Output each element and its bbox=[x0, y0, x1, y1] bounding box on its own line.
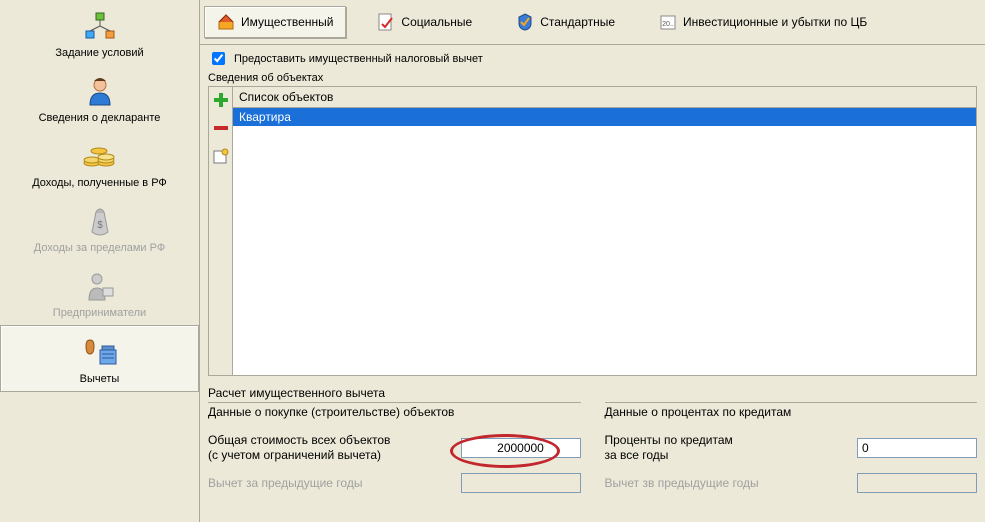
calc-col-purchase-title: Данные о покупке (строительстве) объекто… bbox=[208, 405, 581, 419]
businessman-icon bbox=[80, 268, 120, 304]
sidebar-item-entrepreneurs: Предприниматели bbox=[0, 260, 199, 325]
sidebar-item-declarant[interactable]: Сведения о декларанте bbox=[0, 65, 199, 130]
calc-col-interest-title: Данные о процентах по кредитам bbox=[605, 405, 978, 419]
prev-years-purchase-label: Вычет за предыдущие годы bbox=[208, 476, 362, 491]
calc-title: Расчет имущественного вычета bbox=[208, 386, 977, 400]
prev-years-interest-label: Вычет зв предыдущие годы bbox=[605, 476, 759, 491]
calc-col-interest: Данные о процентах по кредитам Проценты … bbox=[605, 402, 978, 503]
tab-investment[interactable]: 20.. Инвестиционные и убытки по ЦБ bbox=[646, 6, 880, 38]
sidebar-item-label: Задание условий bbox=[55, 47, 143, 59]
main-area: Имущественный Социальные Стандартные 20.… bbox=[200, 0, 985, 522]
coins-icon bbox=[80, 138, 120, 174]
sidebar-item-label: Доходы, полученные в РФ bbox=[32, 177, 167, 189]
sidebar-item-label: Доходы за пределами РФ bbox=[34, 242, 165, 254]
tab-label: Социальные bbox=[401, 15, 472, 29]
objects-list[interactable]: Список объектов Квартира bbox=[233, 87, 976, 375]
diagram-icon bbox=[80, 8, 120, 44]
sidebar-item-income-rf[interactable]: Доходы, полученные в РФ bbox=[0, 130, 199, 195]
tab-label: Инвестиционные и убытки по ЦБ bbox=[683, 15, 867, 29]
tab-social[interactable]: Социальные bbox=[364, 6, 485, 38]
total-cost-row: Общая стоимость всех объектов (с учетом … bbox=[208, 433, 581, 463]
tab-label: Стандартные bbox=[540, 15, 615, 29]
provide-deduction-row: Предоставить имущественный налоговый выч… bbox=[200, 45, 985, 70]
remove-object-button[interactable] bbox=[212, 119, 230, 137]
total-cost-input[interactable] bbox=[461, 438, 581, 458]
provide-deduction-label: Предоставить имущественный налоговый выч… bbox=[234, 53, 483, 65]
tab-label: Имущественный bbox=[241, 15, 333, 29]
deductions-icon bbox=[80, 334, 120, 370]
tab-standard[interactable]: Стандартные bbox=[503, 6, 628, 38]
provide-deduction-checkbox[interactable] bbox=[212, 52, 225, 65]
sidebar-item-label: Вычеты bbox=[80, 373, 120, 385]
edit-object-button[interactable] bbox=[212, 147, 230, 165]
add-object-button[interactable] bbox=[212, 91, 230, 109]
objects-list-row[interactable]: Квартира bbox=[233, 108, 976, 126]
sidebar-item-conditions[interactable]: Задание условий bbox=[0, 0, 199, 65]
sidebar-item-deductions[interactable]: Вычеты bbox=[0, 325, 199, 392]
moneybag-icon: $ bbox=[80, 203, 120, 239]
sidebar-item-income-foreign: $ Доходы за пределами РФ bbox=[0, 195, 199, 260]
objects-area: Список объектов Квартира bbox=[208, 86, 977, 376]
prev-years-purchase-input bbox=[461, 473, 581, 493]
calc-area: Расчет имущественного вычета Данные о по… bbox=[208, 386, 977, 503]
tab-property[interactable]: Имущественный bbox=[204, 6, 346, 38]
calendar-icon: 20.. bbox=[659, 13, 677, 31]
shield-check-icon bbox=[516, 13, 534, 31]
svg-text:$: $ bbox=[97, 220, 103, 231]
interest-row: Проценты по кредитам за все годы bbox=[605, 433, 978, 463]
objects-group-label: Сведения об объектах bbox=[200, 72, 985, 84]
prev-years-interest-input bbox=[857, 473, 977, 493]
deduction-tabs: Имущественный Социальные Стандартные 20.… bbox=[200, 0, 985, 45]
prev-years-purchase-row: Вычет за предыдущие годы bbox=[208, 473, 581, 493]
sidebar: Задание условий Сведения о декларанте До… bbox=[0, 0, 200, 522]
interest-label: Проценты по кредитам за все годы bbox=[605, 433, 733, 463]
calc-col-purchase: Данные о покупке (строительстве) объекто… bbox=[208, 402, 581, 503]
house-icon bbox=[217, 13, 235, 31]
total-cost-label: Общая стоимость всех объектов (с учетом … bbox=[208, 433, 390, 463]
objects-list-header: Список объектов bbox=[233, 87, 976, 108]
svg-text:20..: 20.. bbox=[662, 21, 674, 28]
person-icon bbox=[80, 73, 120, 109]
sidebar-item-label: Предприниматели bbox=[53, 307, 146, 319]
interest-input[interactable] bbox=[857, 438, 977, 458]
document-check-icon bbox=[377, 13, 395, 31]
objects-toolbar bbox=[209, 87, 233, 375]
sidebar-item-label: Сведения о декларанте bbox=[39, 112, 161, 124]
prev-years-interest-row: Вычет зв предыдущие годы bbox=[605, 473, 978, 493]
